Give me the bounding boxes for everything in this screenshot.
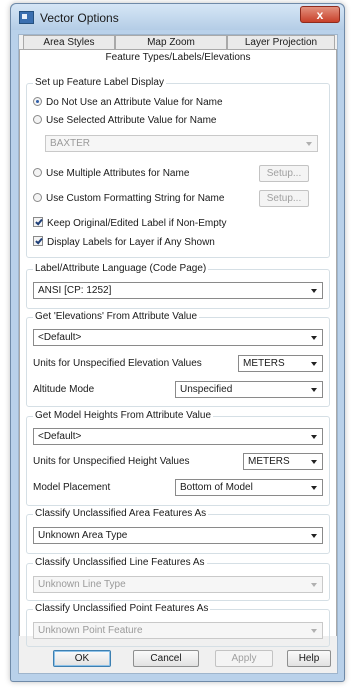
app-icon bbox=[19, 11, 34, 24]
group-label: Label/Attribute Language (Code Page) bbox=[33, 263, 209, 274]
checkbox-checked-icon bbox=[33, 236, 43, 246]
classify-line-group: Classify Unclassified Line Features As U… bbox=[26, 557, 330, 601]
tab-panel: Set up Feature Label Display Do Not Use … bbox=[19, 66, 337, 647]
feature-label-group: Set up Feature Label Display Do Not Use … bbox=[26, 77, 330, 258]
radio-icon bbox=[33, 115, 42, 124]
area-type-select[interactable]: Unknown Area Type bbox=[33, 527, 323, 544]
line-type-select[interactable]: Unknown Line Type bbox=[33, 576, 323, 593]
radio-icon bbox=[33, 168, 42, 177]
heights-group: Get Model Heights From Attribute Value <… bbox=[26, 410, 330, 506]
group-label: Set up Feature Label Display bbox=[33, 77, 166, 88]
model-placement-label: Model Placement bbox=[33, 482, 111, 493]
elevation-units-select[interactable]: METERS bbox=[238, 355, 323, 372]
classify-point-group: Classify Unclassified Point Features As … bbox=[26, 603, 330, 647]
chevron-down-icon bbox=[311, 289, 317, 293]
radio-no-attribute[interactable]: Do Not Use an Attribute Value for Name bbox=[33, 96, 223, 110]
chevron-down-icon bbox=[306, 142, 312, 146]
language-group: Label/Attribute Language (Code Page) ANS… bbox=[26, 263, 330, 309]
checkbox-keep-label[interactable]: Keep Original/Edited Label if Non-Empty bbox=[33, 217, 227, 231]
chevron-down-icon bbox=[311, 388, 317, 392]
dialog-client: Area Styles Map Zoom Layer Projection Fe… bbox=[18, 34, 338, 674]
tab-area-styles[interactable]: Area Styles bbox=[23, 35, 115, 49]
tab-layer-projection[interactable]: Layer Projection bbox=[227, 35, 335, 49]
elevation-units-label: Units for Unspecified Elevation Values bbox=[33, 358, 202, 369]
chevron-down-icon bbox=[311, 460, 317, 464]
elevations-group: Get 'Elevations' From Attribute Value <D… bbox=[26, 311, 330, 407]
chevron-down-icon bbox=[311, 486, 317, 490]
radio-selected-icon bbox=[33, 97, 42, 106]
group-label: Classify Unclassified Point Features As bbox=[33, 603, 211, 614]
height-units-label: Units for Unspecified Height Values bbox=[33, 456, 190, 467]
tab-feature-types[interactable]: Feature Types/Labels/Elevations bbox=[19, 49, 337, 66]
checkbox-display-labels[interactable]: Display Labels for Layer if Any Shown bbox=[33, 236, 215, 250]
close-button[interactable]: x bbox=[300, 6, 340, 23]
attribute-select[interactable]: BAXTER bbox=[45, 135, 318, 152]
help-button[interactable]: Help bbox=[287, 650, 331, 667]
model-placement-select[interactable]: Bottom of Model bbox=[175, 479, 323, 496]
classify-area-group: Classify Unclassified Area Features As U… bbox=[26, 508, 330, 554]
group-label: Classify Unclassified Area Features As bbox=[33, 508, 209, 519]
checkbox-checked-icon bbox=[33, 217, 43, 227]
window-title: Vector Options bbox=[40, 11, 119, 25]
setup-custom-button[interactable]: Setup... bbox=[259, 190, 309, 207]
height-attribute-select[interactable]: <Default> bbox=[33, 428, 323, 445]
vector-options-window: Vector Options x Area Styles Map Zoom La… bbox=[10, 3, 345, 682]
chevron-down-icon bbox=[311, 362, 317, 366]
tab-map-zoom[interactable]: Map Zoom bbox=[115, 35, 227, 49]
radio-selected-attribute[interactable]: Use Selected Attribute Value for Name bbox=[33, 114, 216, 128]
ok-button[interactable]: OK bbox=[53, 650, 111, 667]
radio-icon bbox=[33, 193, 42, 202]
point-type-select[interactable]: Unknown Point Feature bbox=[33, 622, 323, 639]
chevron-down-icon bbox=[311, 435, 317, 439]
setup-multiple-button[interactable]: Setup... bbox=[259, 165, 309, 182]
title-bar[interactable]: Vector Options x bbox=[11, 4, 344, 30]
altitude-mode-select[interactable]: Unspecified bbox=[175, 381, 323, 398]
height-units-select[interactable]: METERS bbox=[243, 453, 323, 470]
chevron-down-icon bbox=[311, 629, 317, 633]
apply-button[interactable]: Apply bbox=[215, 650, 273, 667]
altitude-mode-label: Altitude Mode bbox=[33, 384, 95, 395]
chevron-down-icon bbox=[311, 336, 317, 340]
cancel-button[interactable]: Cancel bbox=[133, 650, 199, 667]
code-page-select[interactable]: ANSI [CP: 1252] bbox=[33, 282, 323, 299]
chevron-down-icon bbox=[311, 583, 317, 587]
radio-multiple-attributes[interactable]: Use Multiple Attributes for Name bbox=[33, 167, 189, 181]
elevation-attribute-select[interactable]: <Default> bbox=[33, 329, 323, 346]
group-label: Get Model Heights From Attribute Value bbox=[33, 410, 214, 421]
group-label: Get 'Elevations' From Attribute Value bbox=[33, 311, 200, 322]
radio-custom-formatting[interactable]: Use Custom Formatting String for Name bbox=[33, 192, 224, 206]
chevron-down-icon bbox=[311, 534, 317, 538]
group-label: Classify Unclassified Line Features As bbox=[33, 557, 207, 568]
